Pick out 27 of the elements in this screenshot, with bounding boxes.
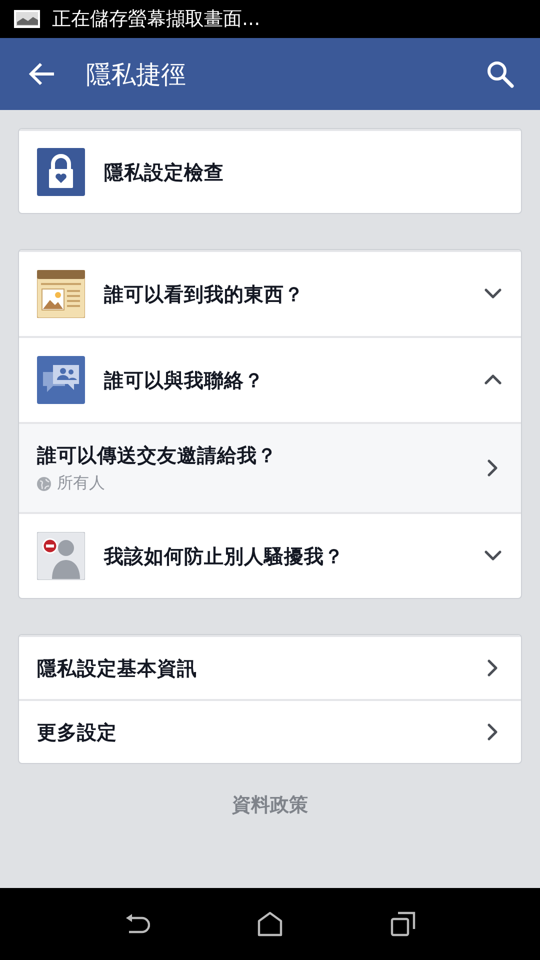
back-button[interactable]	[124, 913, 150, 935]
back-button[interactable]	[28, 62, 56, 86]
page-title: 隱私捷徑	[86, 58, 187, 90]
menu-row[interactable]: 更多設定	[19, 699, 521, 763]
setting-value: 所有人	[57, 473, 105, 494]
row-label: 我該如何防止別人騷擾我？	[104, 544, 345, 570]
accordion-row[interactable]: 誰可以看到我的東西？	[19, 250, 521, 336]
screenshot-icon	[14, 10, 40, 28]
row-label: 誰可以看到我的東西？	[104, 282, 305, 308]
newspaper-icon	[37, 270, 85, 318]
menu-row[interactable]: 隱私設定基本資訊	[19, 635, 521, 699]
blocked-person-icon	[37, 532, 85, 580]
notification-text: 正在儲存螢幕擷取畫面...	[52, 7, 260, 32]
setting-row[interactable]: 誰可以傳送交友邀請給我？ 所有人	[19, 422, 521, 512]
accordion-row[interactable]: 我該如何防止別人騷擾我？	[19, 512, 521, 598]
shortcut-row[interactable]: 隱私設定檢查	[19, 129, 521, 213]
home-button[interactable]	[256, 911, 283, 937]
search-button[interactable]	[486, 60, 514, 88]
globe-icon	[37, 476, 51, 490]
row-label: 更多設定	[37, 720, 118, 746]
row-label: 誰可以傳送交友邀請給我？	[37, 443, 278, 469]
lock-icon	[37, 148, 85, 196]
chat-icon	[37, 356, 85, 404]
row-label: 隱私設定基本資訊	[37, 656, 198, 682]
row-label: 誰可以與我聯絡？	[104, 368, 265, 394]
recent-apps-button[interactable]	[390, 911, 416, 937]
row-label: 隱私設定檢查	[104, 160, 225, 186]
